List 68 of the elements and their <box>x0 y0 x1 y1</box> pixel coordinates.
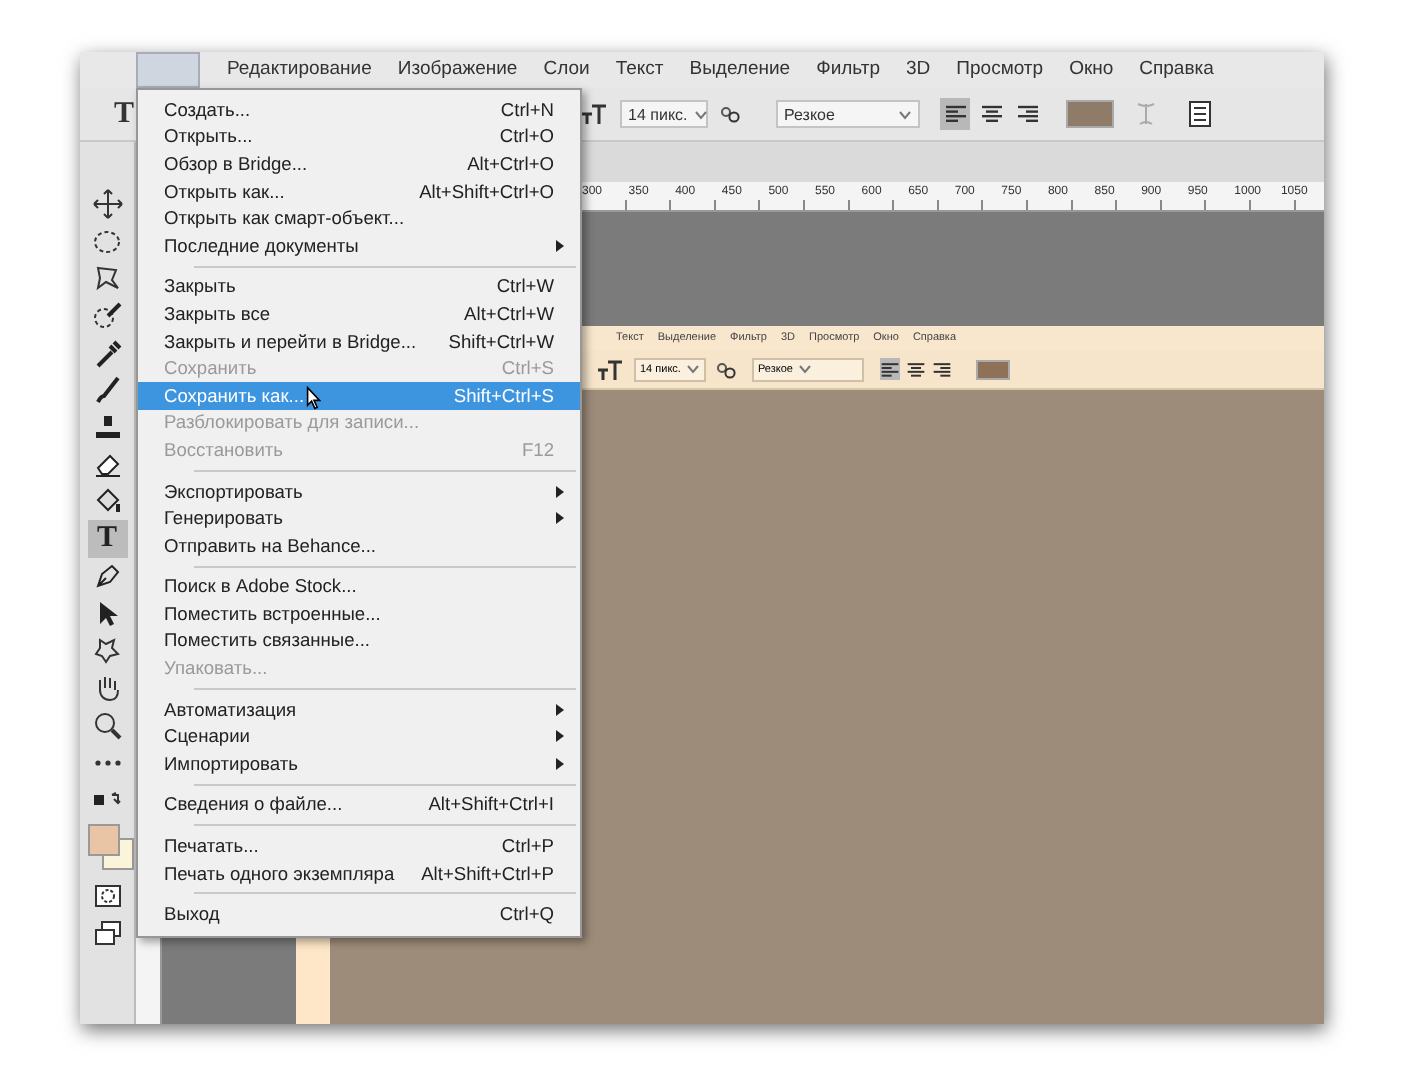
menu-item[interactable]: Открыть как смарт-объект... <box>138 204 580 232</box>
quickmask-icon <box>91 880 123 913</box>
menu-tab[interactable]: Справка <box>1126 52 1227 88</box>
menu-item[interactable]: Сценарии <box>138 722 580 751</box>
menu-item[interactable]: Сведения о файле... Alt+Shift+Ctrl+I <box>138 791 580 819</box>
menu-item[interactable]: Импортировать <box>138 750 580 778</box>
caret-icon <box>686 364 701 374</box>
menu-item[interactable]: Экспортировать <box>138 477 580 505</box>
menu-tab[interactable]: Текст <box>602 52 677 88</box>
menu-item[interactable]: Поместить связанные... <box>138 627 580 655</box>
menu-tab[interactable]: Редактирование <box>214 52 385 88</box>
align-button[interactable] <box>906 358 926 380</box>
menu-item[interactable]: Закрыть Ctrl+W <box>138 273 580 301</box>
align-button[interactable] <box>880 358 900 380</box>
menu-tab[interactable]: Выделение <box>676 52 804 88</box>
screen-icon <box>91 917 123 950</box>
menu-tab[interactable]: Фильтр <box>803 52 894 88</box>
zoom-icon <box>91 709 123 742</box>
menu-item[interactable]: Создать... Ctrl+N <box>138 96 580 124</box>
menu-tab[interactable]: Просмотр <box>943 52 1057 88</box>
panel-icon[interactable] <box>1188 100 1213 128</box>
type-tool[interactable]: T <box>87 520 127 558</box>
pen-icon <box>91 560 123 593</box>
menu-item[interactable]: Обзор в Bridge... Alt+Ctrl+O <box>138 150 580 178</box>
menu-item[interactable]: Автоматизация <box>138 695 580 723</box>
caret-icon <box>693 109 708 119</box>
antialias-icon <box>720 104 741 124</box>
menu-item[interactable]: Поиск в Adobe Stock... <box>138 573 580 601</box>
antialias-dropdown[interactable]: Резкое <box>776 100 921 128</box>
cursor-icon <box>306 386 322 410</box>
move-icon <box>91 188 123 221</box>
align-button[interactable] <box>932 358 952 380</box>
quick-select-icon <box>91 300 123 333</box>
menu-item[interactable]: Открыть как... Alt+Shift+Ctrl+O <box>138 177 580 205</box>
text-size-icon <box>580 102 609 126</box>
tool-preset-icon[interactable]: T <box>114 98 135 130</box>
menu-item[interactable]: Генерировать <box>138 504 580 532</box>
menu-item[interactable]: Закрыть все Alt+Ctrl+W <box>138 300 580 328</box>
menu-item[interactable]: Печать одного экземпляра Alt+Shift+Ctrl+P <box>138 859 580 887</box>
menu-tab[interactable]: Окно <box>1056 52 1127 88</box>
menu-item[interactable]: Закрыть и перейти в Bridge... Shift+Ctrl+W <box>138 327 580 355</box>
move-tool[interactable] <box>87 186 127 224</box>
text-size-icon <box>596 357 624 381</box>
menu-item[interactable]: Выход Ctrl+Q <box>138 900 580 929</box>
embedded-color-swatch <box>976 359 1010 379</box>
menu-item[interactable]: Последние документы <box>138 231 580 260</box>
font-size-dropdown[interactable]: 14 пикс. <box>620 100 709 128</box>
more-icon <box>91 757 123 768</box>
menu-tab[interactable]: Слои <box>530 52 603 88</box>
caret-icon <box>798 364 813 374</box>
shape-icon <box>91 634 123 667</box>
antialias-icon <box>716 359 736 379</box>
text-color-swatch[interactable] <box>1066 100 1115 128</box>
menu-item[interactable]: Открыть... Ctrl+O <box>138 123 580 151</box>
menu-tab[interactable]: 3D <box>893 52 944 88</box>
menu-item[interactable]: Отправить на Behance... <box>138 531 580 559</box>
foreground-color-swatch[interactable] <box>87 824 119 857</box>
menu-item[interactable]: Поместить встроенные... <box>138 600 580 628</box>
lasso-icon <box>91 262 123 295</box>
menu-item[interactable]: Печатать... Ctrl+P <box>138 832 580 860</box>
swap-icon <box>92 791 122 808</box>
align-button[interactable] <box>940 98 971 130</box>
marquee-icon <box>91 225 123 258</box>
brush-icon <box>91 374 123 407</box>
stamp-icon <box>91 411 123 444</box>
eyedropper-icon <box>91 337 123 370</box>
caret-icon <box>898 109 913 119</box>
menu-tab[interactable]: Изображение <box>384 52 531 88</box>
